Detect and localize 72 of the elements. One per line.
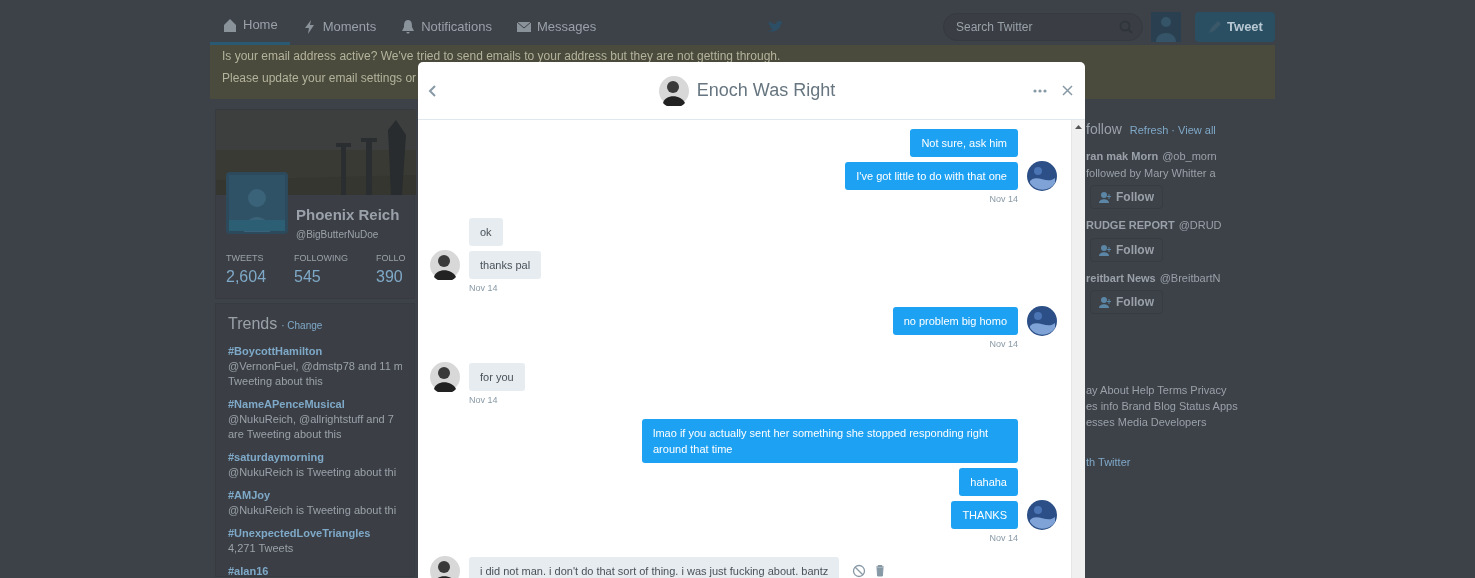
stat-label: FOLLOWING [294, 251, 349, 265]
message-bubble: THANKS [951, 501, 1018, 529]
account-note: followed by Mary Whitter a [1086, 165, 1217, 181]
account-handle: @BreitbartN [1159, 270, 1221, 286]
banner-text: Please update your email settings or [222, 70, 417, 87]
stat-label: FOLLO [376, 251, 406, 265]
change-link[interactable]: · Change [281, 318, 323, 333]
stat-value[interactable]: 390 [376, 265, 406, 289]
tweet-button[interactable]: Tweet [1195, 11, 1275, 42]
trend-context: @VernonFuel, @dmstp78 and 11 m [228, 359, 402, 374]
nav-tab[interactable]: Moments [289, 8, 389, 45]
message-bubble: no problem big homo [892, 307, 1018, 335]
trend-tag[interactable]: #AMJoy [228, 488, 402, 503]
profile-handle: @BigButterNuDoe [296, 227, 380, 242]
scroll-up-icon[interactable] [1075, 124, 1082, 130]
stat-value[interactable]: 2,604 [226, 265, 267, 289]
trend-context: @NukuReich is Tweeting about thi [228, 503, 398, 518]
refresh-link[interactable]: Refresh · View all [1129, 122, 1216, 139]
account-handle: @ob_morn [1162, 149, 1217, 164]
footer-note: th Twitter [1086, 455, 1132, 470]
message-bubble: for you [469, 363, 525, 391]
message-bubble: Not sure, ask him [910, 129, 1018, 157]
block-icon[interactable] [852, 564, 867, 578]
home-icon [222, 17, 238, 33]
person-add-icon [1099, 296, 1112, 308]
message-bubble: i did not man. i don't do that sort of thing. i was just fucking about. bantz [469, 557, 840, 578]
footer-links[interactable]: esses Media Developers [1086, 414, 1275, 430]
message-time: Nov 14 [988, 532, 1018, 544]
trash-icon[interactable] [874, 564, 887, 577]
account-handle: @DRUD [1178, 218, 1222, 233]
message-bubble: hahaha [959, 468, 1018, 496]
account-name[interactable]: ran mak Morn [1086, 148, 1159, 165]
follow-button[interactable]: Follow [1090, 185, 1163, 209]
trend-tag[interactable]: #BoycottHamilton [228, 344, 402, 359]
section-title: follow [1086, 120, 1122, 139]
trend-tag[interactable]: #saturdaymorning [228, 450, 402, 465]
message-time: Nov 14 [988, 193, 1018, 205]
message-bubble: I've got little to do with that one [845, 162, 1018, 190]
search-field[interactable]: Search Twitter [943, 12, 1143, 41]
stat-value[interactable]: 545 [294, 265, 349, 289]
trends-title: Trends [228, 314, 278, 334]
follow-button[interactable]: Follow [1090, 290, 1163, 314]
nav-tab[interactable]: Notifications [388, 8, 504, 45]
message-bubble: thanks pal [469, 251, 542, 279]
trend-context: @NukuReich, @allrightstuff and 7 [228, 412, 395, 427]
profile-name[interactable]: Phoenix Reich [296, 204, 400, 227]
trend-context: 4,271 Tweets [228, 541, 295, 556]
trend-context: are Tweeting about this [228, 427, 343, 442]
trend-tag[interactable]: #UnexpectedLoveTriangles [228, 526, 402, 541]
person-add-icon [1099, 243, 1112, 256]
message-time: Nov 14 [469, 282, 499, 294]
nav-tab[interactable]: Messages [503, 8, 609, 45]
trend-tag[interactable]: #NameAPenceMusical [228, 397, 402, 412]
stat-label: TWEETS [226, 251, 265, 265]
footer-links[interactable]: es info Brand Blog Status Apps [1086, 398, 1275, 414]
trend-context: Tweeting about this [228, 374, 324, 389]
avatar-icon [658, 75, 689, 106]
message-time: Nov 14 [988, 338, 1018, 350]
close-icon[interactable] [1062, 85, 1073, 96]
account-name[interactable]: reitbart News [1086, 269, 1156, 286]
message-time: Nov 14 [469, 394, 499, 406]
message-bubble: lmao if you actually sent her something she stopped responding right around that time [642, 419, 1018, 463]
follow-button[interactable]: Follow [1090, 237, 1163, 262]
trend-context: @NukuReich is Tweeting about thi [228, 465, 398, 480]
person-add-icon [1099, 191, 1112, 203]
bell-icon [400, 18, 417, 35]
message-bubble: ok [469, 218, 503, 246]
account-name[interactable]: RUDGE REPORT [1086, 217, 1175, 234]
back-icon[interactable] [428, 84, 437, 97]
conversation-title: Enoch Was Right [696, 79, 836, 102]
trend-tag[interactable]: #alan16 [228, 564, 402, 576]
footer-links[interactable]: ay About Help Terms Privacy [1086, 382, 1275, 398]
